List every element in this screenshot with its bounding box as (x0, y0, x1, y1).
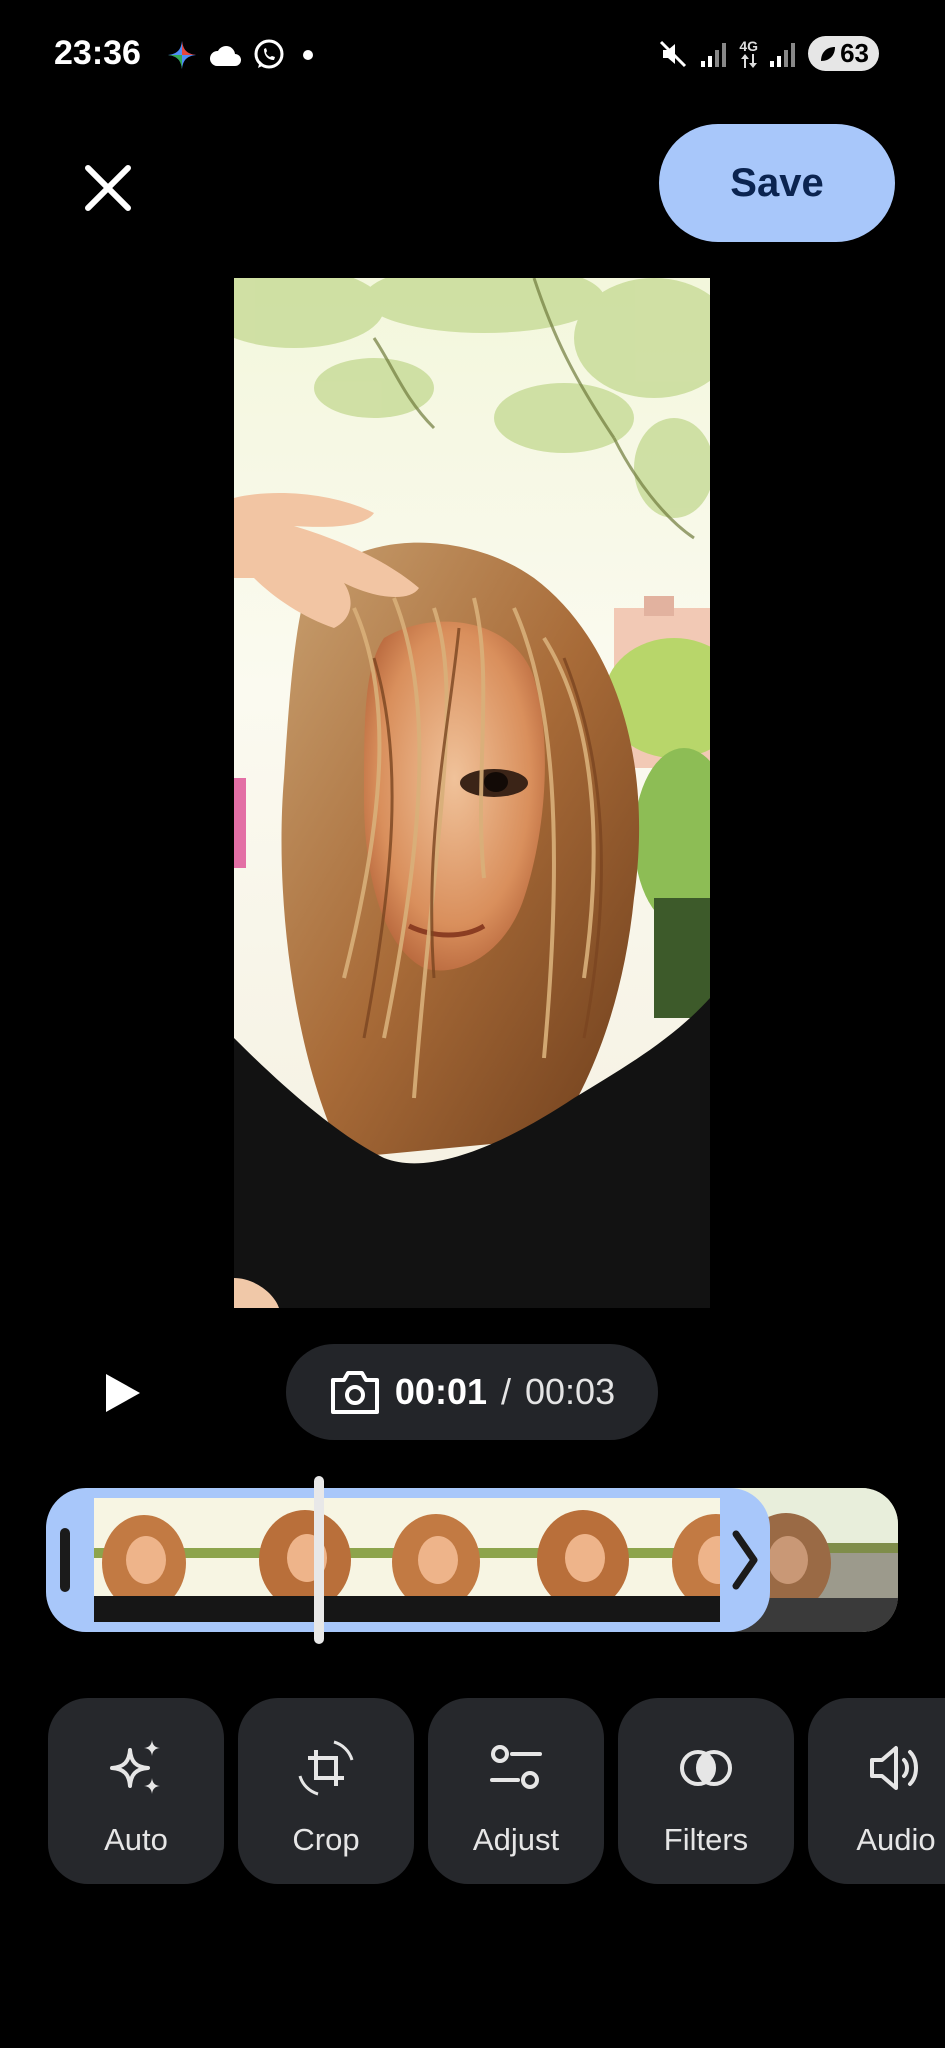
chevron-right-icon (732, 1530, 758, 1590)
frame-thumb-1 (94, 1498, 235, 1622)
signal-icon (701, 42, 727, 67)
trim-selection[interactable] (46, 1488, 770, 1632)
speaker-icon (870, 1746, 918, 1790)
status-bar: 23:36 4G 63 (0, 0, 945, 110)
adjust-sliders-icon (490, 1745, 542, 1789)
close-icon (85, 165, 131, 211)
playhead[interactable] (314, 1476, 325, 1644)
frame-capture-time-pill[interactable]: 00:01 / 00:03 (286, 1344, 658, 1440)
trim-handle-end[interactable] (730, 1528, 760, 1592)
mute-icon (660, 40, 687, 67)
play-icon (106, 1374, 140, 1412)
tool-crop[interactable]: Crop (238, 1698, 414, 1884)
time-total: 00:03 (525, 1371, 616, 1412)
status-time: 23:36 (54, 34, 141, 72)
cloud-icon (209, 46, 241, 66)
battery-saver-icon (821, 46, 836, 61)
save-button[interactable]: Save (659, 124, 895, 242)
data-arrows-icon (740, 53, 757, 68)
time-separator: / (500, 1371, 511, 1412)
filters-icon (680, 1750, 732, 1786)
trim-handle-start[interactable] (60, 1528, 70, 1592)
signal-icon-2 (770, 42, 796, 67)
frame-thumb-2 (235, 1498, 376, 1622)
network-type: 4G (739, 39, 758, 69)
battery-indicator: 63 (808, 36, 879, 71)
battery-level: 63 (840, 38, 869, 68)
tool-label: Adjust (472, 1822, 560, 1857)
tool-label: Auto (104, 1822, 168, 1857)
whatsapp-icon (254, 39, 284, 69)
trim-timeline[interactable] (46, 1476, 898, 1644)
video-frame-image (234, 278, 710, 1308)
sparkle-icon (110, 1740, 160, 1794)
frame-thumb-5 (658, 1498, 720, 1622)
system-icons: 4G 63 (657, 36, 879, 71)
gemini-icon (168, 41, 196, 69)
frame-thumb-4 (517, 1498, 658, 1622)
tool-label: Crop (292, 1822, 360, 1857)
tool-label: Audio (856, 1822, 936, 1857)
crop-rotate-icon (298, 1740, 354, 1796)
tool-label: Filters (663, 1822, 749, 1857)
dot-icon (303, 50, 313, 60)
notification-icons (166, 38, 320, 72)
tool-auto[interactable]: Auto (48, 1698, 224, 1884)
tool-filters[interactable]: Filters (618, 1698, 794, 1884)
network-label: 4G (739, 37, 759, 54)
editing-tools: Auto Crop Adjust Filters Audio (48, 1698, 945, 1884)
video-preview[interactable] (234, 278, 710, 1308)
frame-strip (94, 1498, 720, 1622)
tool-audio[interactable]: Audio (808, 1698, 945, 1884)
frame-thumb-3 (376, 1498, 517, 1622)
time-current: 00:01 (394, 1371, 487, 1412)
play-button[interactable] (96, 1368, 146, 1418)
tool-adjust[interactable]: Adjust (428, 1698, 604, 1884)
close-button[interactable] (80, 160, 136, 216)
camera-icon (330, 1371, 379, 1414)
